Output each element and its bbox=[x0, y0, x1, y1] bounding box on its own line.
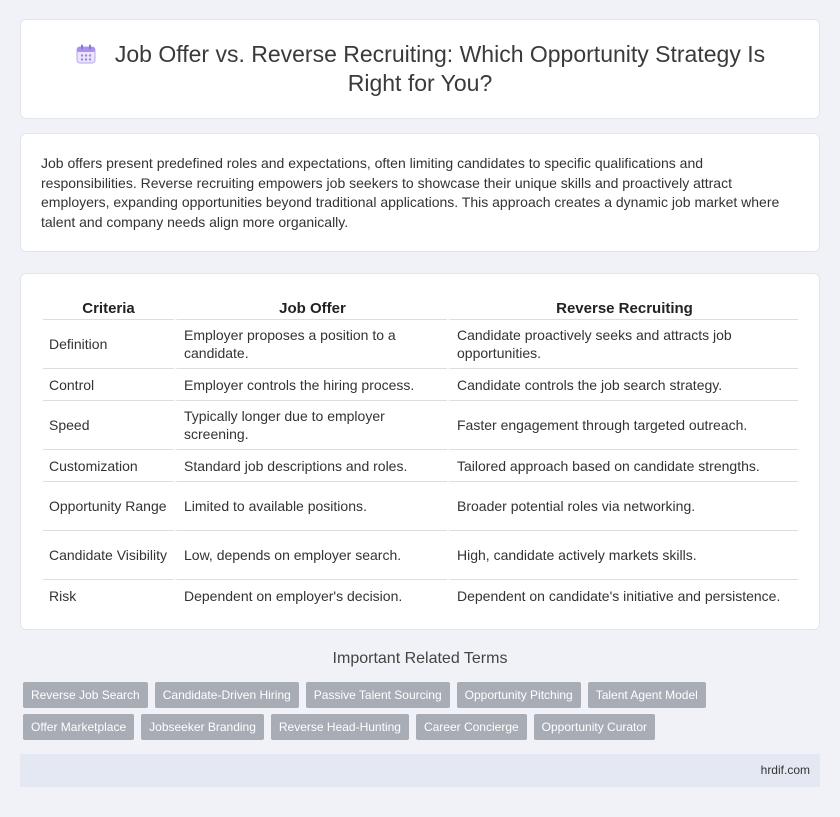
footer-site-link[interactable]: hrdif.com bbox=[761, 763, 810, 777]
page-title-text: Job Offer vs. Reverse Recruiting: Which … bbox=[114, 41, 766, 96]
intro-card: Job offers present predefined roles and … bbox=[20, 133, 820, 252]
table-cell-reverse-recruiting: Dependent on candidate's initiative and … bbox=[447, 580, 798, 612]
table-cell-criteria: Opportunity Range bbox=[43, 482, 174, 531]
related-term-tag[interactable]: Offer Marketplace bbox=[23, 714, 135, 740]
table-row: Definition Employer proposes a position … bbox=[43, 320, 798, 369]
related-term-tag[interactable]: Talent Agent Model bbox=[587, 682, 706, 708]
table-row: Candidate Visibility Low, depends on emp… bbox=[43, 531, 798, 580]
table-cell-reverse-recruiting: Tailored approach based on candidate str… bbox=[447, 450, 798, 482]
comparison-card: Criteria Job Offer Reverse Recruiting De… bbox=[20, 273, 820, 630]
comparison-table: Criteria Job Offer Reverse Recruiting De… bbox=[43, 294, 798, 612]
table-cell-job-offer: Low, depends on employer search. bbox=[174, 531, 447, 580]
related-term-tag[interactable]: Jobseeker Branding bbox=[141, 714, 264, 740]
related-term-tag[interactable]: Reverse Job Search bbox=[23, 682, 148, 708]
table-cell-criteria: Risk bbox=[49, 588, 77, 604]
column-header-criteria: Criteria bbox=[43, 294, 174, 320]
table-cell-reverse-recruiting: High, candidate actively markets skills. bbox=[447, 531, 798, 580]
table-cell-job-offer: Employer controls the hiring process. bbox=[174, 369, 447, 401]
table-cell-criteria: Speed bbox=[43, 401, 174, 450]
table-row: Opportunity Range Limited to available p… bbox=[43, 482, 798, 531]
table-cell-criteria: Candidate Visibility bbox=[43, 531, 174, 580]
table-row: Control Employer controls the hiring pro… bbox=[43, 369, 798, 401]
title-card: Job Offer vs. Reverse Recruiting: Which … bbox=[20, 19, 820, 119]
table-cell-reverse-recruiting: Candidate proactively seeks and attracts… bbox=[447, 320, 798, 369]
footer: hrdif.com bbox=[20, 754, 820, 787]
table-row: Speed Typically longer due to employer s… bbox=[43, 401, 798, 450]
table-cell-reverse-recruiting: Candidate controls the job search strate… bbox=[447, 369, 798, 401]
related-term-tag[interactable]: Passive Talent Sourcing bbox=[305, 682, 450, 708]
related-term-tag[interactable]: Reverse Head-Hunting bbox=[270, 714, 409, 740]
table-row: Risk Dependent on employer's decision. D… bbox=[43, 580, 798, 612]
table-cell-job-offer: Limited to available positions. bbox=[174, 482, 447, 531]
intro-text: Job offers present predefined roles and … bbox=[41, 155, 780, 230]
page-title: Job Offer vs. Reverse Recruiting: Which … bbox=[61, 40, 779, 98]
column-header-job-offer: Job Offer bbox=[174, 294, 447, 320]
table-cell-job-offer: Typically longer due to employer screeni… bbox=[174, 401, 447, 450]
table-cell-job-offer: Employer proposes a position to a candid… bbox=[174, 320, 447, 369]
related-terms-tags: Reverse Job Search Candidate-Driven Hiri… bbox=[23, 682, 823, 740]
table-cell-criteria: Control bbox=[43, 369, 174, 401]
table-cell-criteria: Definition bbox=[43, 320, 174, 369]
column-header-reverse-recruiting: Reverse Recruiting bbox=[447, 294, 798, 320]
table-cell-criteria: Customization bbox=[43, 450, 174, 482]
calendar-icon bbox=[76, 44, 96, 64]
table-cell-reverse-recruiting: Broader potential roles via networking. bbox=[447, 482, 798, 531]
related-terms-title: Important Related Terms bbox=[332, 650, 508, 667]
table-header-row: Criteria Job Offer Reverse Recruiting bbox=[43, 294, 798, 320]
table-cell-job-offer: Dependent on employer's decision. bbox=[174, 580, 447, 612]
related-term-tag[interactable]: Opportunity Curator bbox=[533, 714, 656, 740]
related-term-tag[interactable]: Candidate-Driven Hiring bbox=[154, 682, 299, 708]
related-term-tag[interactable]: Opportunity Pitching bbox=[456, 682, 581, 708]
table-cell-job-offer: Standard job descriptions and roles. bbox=[174, 450, 447, 482]
related-term-tag[interactable]: Career Concierge bbox=[415, 714, 527, 740]
table-cell-reverse-recruiting: Faster engagement through targeted outre… bbox=[447, 401, 798, 450]
table-row: Customization Standard job descriptions … bbox=[43, 450, 798, 482]
